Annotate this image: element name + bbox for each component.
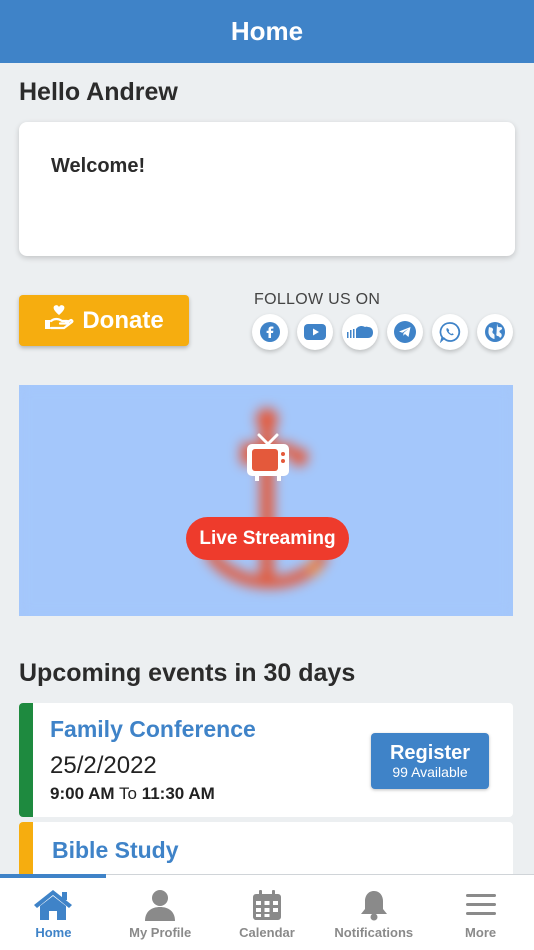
calendar-icon [252,890,281,920]
facebook-icon[interactable] [252,314,288,350]
live-stream-panel[interactable]: Live Streaming [19,385,513,616]
bottom-tab-bar: Home My Profile Calendar Notifications M… [0,874,534,950]
person-icon [145,890,176,921]
whatsapp-icon[interactable] [432,314,468,350]
donate-button[interactable]: Donate [19,295,189,346]
event-card[interactable]: Bible Study [19,822,513,882]
soundcloud-icon[interactable] [342,314,378,350]
greeting-text: Hello Andrew [19,78,178,106]
bell-icon [360,891,387,921]
event-date: 25/2/2022 [50,752,157,779]
website-globe-icon[interactable] [477,314,513,350]
tab-notifications[interactable]: Notifications [320,875,427,950]
event-time-separator: To [118,784,137,803]
event-start-time: 9:00 AM [50,784,115,803]
availability-count: 99 Available [392,764,468,780]
tab-more[interactable]: More [427,875,534,950]
event-color-stripe [19,822,33,882]
upcoming-events-heading: Upcoming events in 30 days [19,659,356,687]
register-label: Register [389,742,471,764]
tab-my-profile[interactable]: My Profile [107,875,214,950]
tv-icon [247,433,289,481]
tab-label: Calendar [239,925,295,940]
follow-us-label: FOLLOW US ON [254,291,381,308]
register-button[interactable]: Register 99 Available [371,733,489,789]
blurred-anchor-logo [19,385,513,616]
welcome-text: Welcome! [51,155,146,177]
youtube-icon[interactable] [297,314,333,350]
tab-home[interactable]: Home [0,875,107,950]
event-color-stripe [19,703,33,817]
donate-label: Donate [82,306,164,334]
event-time: 9:00 AM To 11:30 AM [50,784,215,804]
tab-calendar[interactable]: Calendar [214,875,321,950]
event-title: Bible Study [52,837,179,863]
live-streaming-button[interactable]: Live Streaming [186,517,349,560]
social-links [252,314,513,350]
donate-hand-heart-icon [44,304,74,337]
tab-label: Home [35,925,72,940]
event-card[interactable]: Family Conference 25/2/2022 9:00 AM To 1… [19,703,513,817]
tab-label: More [465,925,497,940]
event-end-time: 11:30 AM [141,784,215,803]
active-tab-indicator [0,874,106,878]
menu-icon [465,894,496,915]
welcome-card: Welcome! [19,122,515,256]
tab-label: My Profile [129,925,192,940]
tab-label: Notifications [334,925,414,940]
app-header: Home [0,0,534,63]
home-icon [34,890,73,920]
page-title: Home [230,16,304,46]
event-title: Family Conference [50,716,256,742]
telegram-icon[interactable] [387,314,423,350]
